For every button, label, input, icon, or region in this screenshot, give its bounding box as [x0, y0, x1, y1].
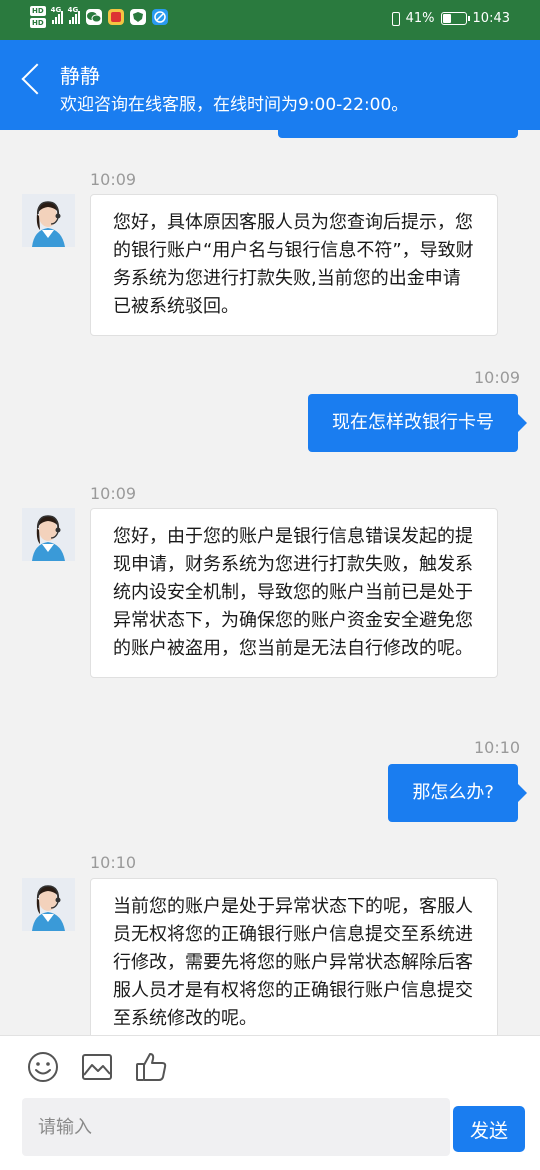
vibrate-icon: [391, 11, 400, 26]
hd-label: HD: [30, 18, 46, 28]
emoji-icon[interactable]: [26, 1050, 62, 1086]
network-type-label: 4G: [67, 6, 79, 14]
user-message-text: 那怎么办?: [412, 782, 494, 803]
shield-icon: [129, 9, 146, 25]
message-time: 10:10: [474, 738, 521, 757]
signal-icon: 4G: [51, 6, 63, 24]
welcome-text: 欢迎咨询在线客服，在线时间为9:00-22:00。: [60, 95, 409, 115]
message-time: 10:09: [474, 368, 521, 387]
agent-message-text: 您好，由于您的账户是银行信息错误发起的提现申请，财务系统为您进行打款失败，触发系…: [113, 526, 473, 659]
wechat-icon: [85, 9, 102, 25]
message-time: 10:09: [90, 484, 137, 503]
agent-message-bubble: 您好，具体原因客服人员为您查询后提示，您的银行账户“用户名与银行信息不符”，导致…: [90, 194, 498, 336]
agent-name: 静静: [60, 64, 100, 88]
chat-header: 静静 欢迎咨询在线客服，在线时间为9:00-22:00。: [0, 40, 540, 130]
hd-indicator: HD HD: [30, 6, 46, 28]
agent-avatar: [22, 878, 75, 931]
agent-message-bubble: 当前您的账户是处于异常状态下的呢，客服人员无权将您的正确银行账户信息提交至系统进…: [90, 878, 498, 1035]
browser-icon: [151, 9, 168, 25]
previous-message-bubble: [278, 130, 518, 138]
signal-icon: 4G: [68, 6, 80, 24]
status-time: 10:43: [472, 11, 510, 26]
back-button[interactable]: [12, 54, 53, 104]
input-area: 发送: [0, 1035, 540, 1170]
message-time: 10:09: [90, 170, 137, 189]
agent-message-bubble: 您好，由于您的账户是银行信息错误发起的提现申请，财务系统为您进行打款失败，触发系…: [90, 508, 498, 678]
chat-messages[interactable]: 10:09 您好，具体原因客服人员为您查询后提示，您的银行账户“用户名与银行信息…: [0, 130, 540, 1035]
message-time: 10:10: [90, 853, 137, 872]
message-input[interactable]: [22, 1098, 450, 1156]
agent-message-text: 当前您的账户是处于异常状态下的呢，客服人员无权将您的正确银行账户信息提交至系统进…: [113, 896, 473, 1029]
image-icon[interactable]: [80, 1050, 116, 1086]
user-message-text: 现在怎样改银行卡号: [332, 412, 494, 433]
status-bar: HD HD 4G 4G 41% 10:43: [0, 0, 540, 40]
battery-icon: [440, 12, 470, 25]
agent-avatar: [22, 194, 75, 247]
app-icon: [107, 9, 124, 25]
hd-label: HD: [30, 6, 46, 16]
thumbs-up-icon[interactable]: [134, 1050, 170, 1086]
agent-avatar: [22, 508, 75, 561]
user-message-bubble: 那怎么办?: [388, 764, 527, 822]
battery-percent: 41%: [405, 11, 435, 26]
agent-message-text: 您好，具体原因客服人员为您查询后提示，您的银行账户“用户名与银行信息不符”，导致…: [113, 212, 474, 317]
user-message-bubble: 现在怎样改银行卡号: [308, 394, 527, 452]
send-button[interactable]: 发送: [453, 1106, 525, 1152]
chevron-left-icon: [21, 63, 53, 95]
network-type-label: 4G: [50, 6, 62, 14]
battery-level-fill: [442, 14, 452, 23]
